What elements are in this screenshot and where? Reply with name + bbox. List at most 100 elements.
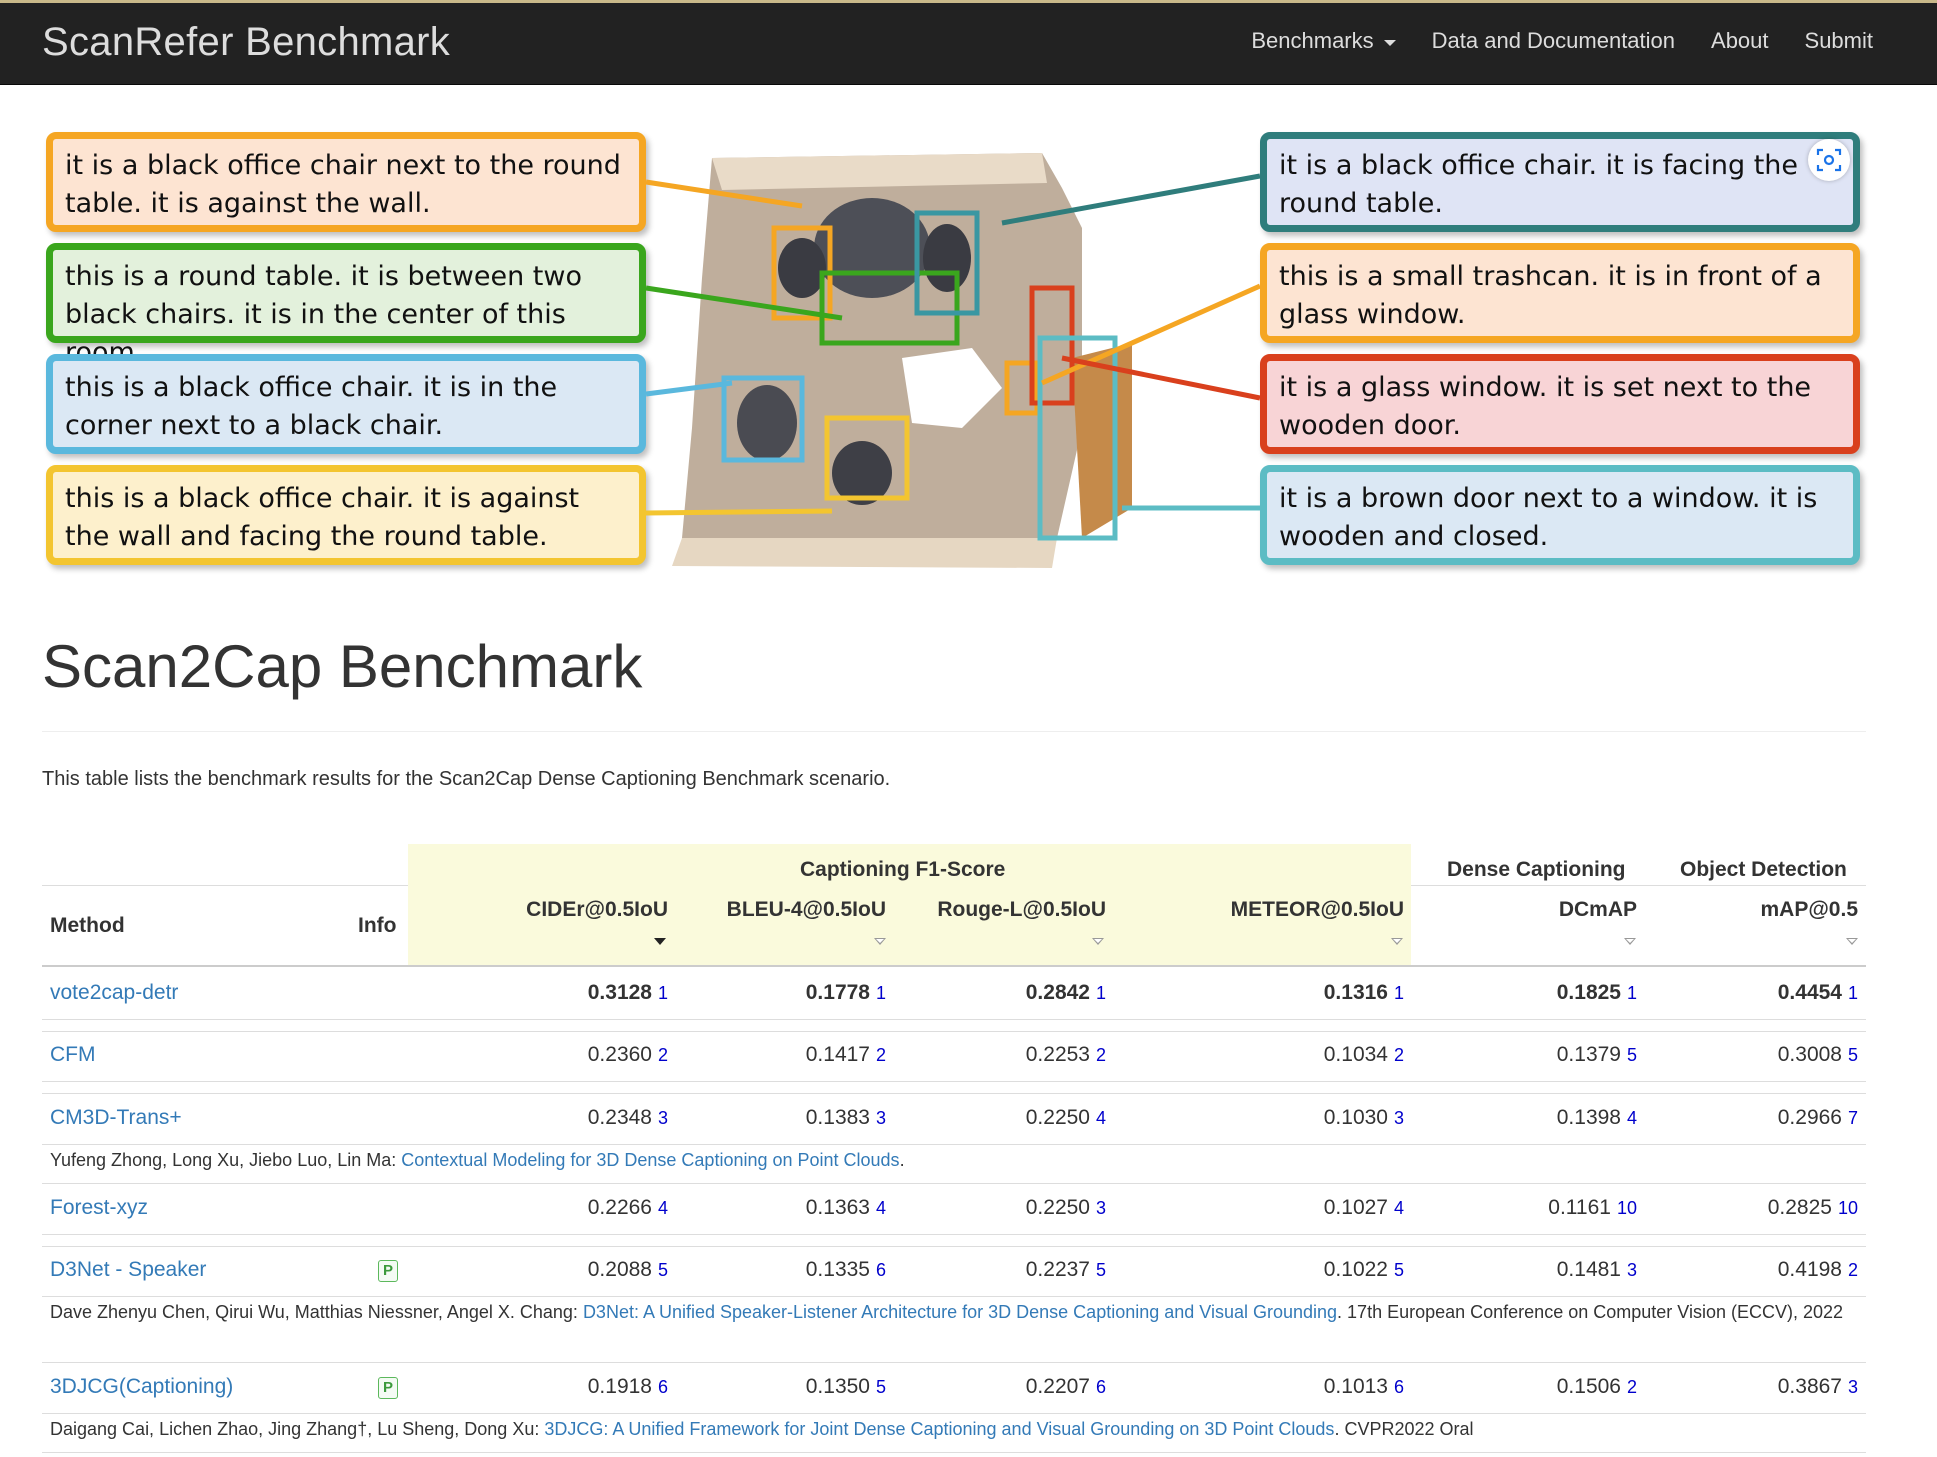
cell-rouge: 0.2207 6 bbox=[1025, 1375, 1106, 1398]
cell-bleu: 0.1417 2 bbox=[805, 1043, 886, 1066]
cell-bleu: 0.1778 1 bbox=[805, 981, 886, 1004]
method-link[interactable]: D3Net - Speaker bbox=[50, 1258, 206, 1282]
col-map[interactable]: mAP@0.5 bbox=[1760, 898, 1858, 922]
cell-meteor: 0.1027 4 bbox=[1323, 1196, 1404, 1219]
cell-map: 0.4198 2 bbox=[1777, 1258, 1858, 1281]
cell-map: 0.4454 1 bbox=[1777, 981, 1858, 1004]
cell-map: 0.3867 3 bbox=[1777, 1375, 1858, 1398]
brand-link[interactable]: ScanRefer Benchmark bbox=[42, 20, 450, 65]
group-header-detection: Object Detection bbox=[1680, 858, 1847, 881]
divider bbox=[42, 731, 1866, 732]
table-row: vote2cap-detr 0.3128 1 0.1778 1 0.2842 1 0.… bbox=[42, 969, 1866, 1019]
table-row: Forest-xyz 0.2266 4 0.1363 4 0.2250 3 0.102… bbox=[42, 1184, 1866, 1234]
table-row: CM3D-Trans+ 0.2348 3 0.1383 3 0.2250 4 0.10… bbox=[42, 1094, 1866, 1144]
cell-cider: 0.3128 1 bbox=[587, 981, 668, 1004]
table-row: CFM 0.2360 2 0.1417 2 0.2253 2 0.1034 2 0.13… bbox=[42, 1031, 1866, 1081]
cell-meteor: 0.1013 6 bbox=[1323, 1375, 1404, 1398]
group-header-captioning: Captioning F1-Score bbox=[800, 858, 1006, 881]
citation: Dave Zhenyu Chen, Qirui Wu, Matthias Nie… bbox=[50, 1302, 1844, 1322]
cell-rouge: 0.2253 2 bbox=[1025, 1043, 1106, 1066]
sort-icon[interactable] bbox=[1391, 938, 1403, 945]
paper-link[interactable]: Contextual Modeling for 3D Dense Caption… bbox=[401, 1150, 899, 1170]
connector-green bbox=[645, 285, 843, 321]
cell-map: 0.3008 5 bbox=[1777, 1043, 1858, 1066]
sort-desc-icon[interactable] bbox=[654, 938, 666, 945]
row-rule bbox=[42, 1144, 1866, 1145]
sort-icon[interactable] bbox=[1624, 938, 1636, 945]
col-method: Method bbox=[50, 914, 125, 937]
cell-bleu: 0.1335 6 bbox=[805, 1258, 886, 1281]
col-meteor[interactable]: METEOR@0.5IoU bbox=[1231, 898, 1404, 922]
cell-dcmap: 0.1379 5 bbox=[1556, 1043, 1637, 1066]
col-cider[interactable]: CIDEr@0.5IoU bbox=[526, 898, 668, 922]
navbar: ScanRefer Benchmark Benchmarks Data and … bbox=[0, 0, 1937, 85]
method-link[interactable]: vote2cap-detr bbox=[50, 981, 178, 1005]
published-badge-icon[interactable]: P bbox=[378, 1260, 398, 1282]
nav-submit[interactable]: Submit bbox=[1805, 28, 1873, 54]
caret-down-icon bbox=[1383, 39, 1396, 46]
cell-dcmap: 0.1506 2 bbox=[1556, 1375, 1637, 1398]
table-row: 3DJCG(Captioning) P 0.1918 6 0.1350 5 0.22… bbox=[42, 1363, 1866, 1413]
cell-meteor: 0.1030 3 bbox=[1323, 1106, 1404, 1129]
nav-menu: Benchmarks Data and Documentation About … bbox=[1251, 28, 1873, 54]
cell-cider: 0.2088 5 bbox=[587, 1258, 668, 1281]
connector-blue bbox=[645, 380, 733, 397]
table-row: D3Net - Speaker P 0.2088 5 0.1335 6 0.2237… bbox=[42, 1246, 1866, 1296]
navbar-accent-line bbox=[0, 0, 1937, 3]
connector-lines bbox=[645, 173, 1262, 516]
cell-cider: 0.2360 2 bbox=[587, 1043, 668, 1066]
method-link[interactable]: CM3D-Trans+ bbox=[50, 1106, 182, 1130]
cell-dcmap: 0.1161 10 bbox=[1548, 1196, 1637, 1219]
cell-dcmap: 0.1481 3 bbox=[1556, 1258, 1637, 1281]
connector-window bbox=[1061, 355, 1261, 401]
col-bleu[interactable]: BLEU-4@0.5IoU bbox=[727, 898, 886, 922]
connector-trashcan bbox=[1040, 283, 1262, 386]
method-link[interactable]: Forest-xyz bbox=[50, 1196, 148, 1220]
cell-meteor: 0.1022 5 bbox=[1323, 1258, 1404, 1281]
sort-icon[interactable] bbox=[874, 938, 886, 945]
nav-benchmarks-dropdown[interactable]: Benchmarks bbox=[1251, 28, 1396, 54]
page-description: This table lists the benchmark results f… bbox=[42, 768, 891, 790]
cell-map: 0.2966 7 bbox=[1777, 1106, 1858, 1129]
cell-meteor: 0.1316 1 bbox=[1323, 981, 1404, 1004]
teaser-figure: it is a black office chair next to the r… bbox=[42, 128, 1862, 568]
paper-link[interactable]: D3Net: A Unified Speaker-Listener Archit… bbox=[583, 1302, 1337, 1322]
cell-rouge: 0.2237 5 bbox=[1025, 1258, 1106, 1281]
row-rule bbox=[42, 1081, 1866, 1082]
cell-bleu: 0.1350 5 bbox=[805, 1375, 886, 1398]
nav-about[interactable]: About bbox=[1711, 28, 1769, 54]
cell-rouge: 0.2250 4 bbox=[1025, 1106, 1106, 1129]
group-header-dense: Dense Captioning bbox=[1447, 858, 1626, 881]
cell-bleu: 0.1383 3 bbox=[805, 1106, 886, 1129]
cell-rouge: 0.2842 1 bbox=[1025, 981, 1106, 1004]
connector-teal bbox=[1001, 173, 1261, 226]
paper-link[interactable]: 3DJCG: A Unified Framework for Joint Den… bbox=[544, 1419, 1334, 1439]
nav-benchmarks-label: Benchmarks bbox=[1251, 28, 1374, 53]
header-rule-left bbox=[42, 885, 408, 886]
cell-cider: 0.1918 6 bbox=[587, 1375, 668, 1398]
page-title: Scan2Cap Benchmark bbox=[42, 633, 643, 700]
col-dcmap[interactable]: DCmAP bbox=[1559, 898, 1637, 922]
cell-map: 0.2825 10 bbox=[1767, 1196, 1858, 1219]
sort-icon[interactable] bbox=[1092, 938, 1104, 945]
row-rule bbox=[42, 1413, 1866, 1414]
col-rouge[interactable]: Rouge-L@0.5IoU bbox=[937, 898, 1106, 922]
citation: Yufeng Zhong, Long Xu, Jiebo Luo, Lin Ma… bbox=[50, 1150, 905, 1170]
cell-cider: 0.2348 3 bbox=[587, 1106, 668, 1129]
cell-bleu: 0.1363 4 bbox=[805, 1196, 886, 1219]
connector-orange bbox=[645, 179, 803, 209]
published-badge-icon[interactable]: P bbox=[378, 1377, 398, 1399]
connector-yellow bbox=[645, 508, 833, 516]
row-rule bbox=[42, 1452, 1866, 1453]
method-link[interactable]: CFM bbox=[50, 1043, 96, 1067]
focus-scan-icon[interactable] bbox=[1808, 139, 1850, 181]
sort-icon[interactable] bbox=[1846, 938, 1858, 945]
method-link[interactable]: 3DJCG(Captioning) bbox=[50, 1375, 233, 1399]
nav-data-documentation[interactable]: Data and Documentation bbox=[1432, 28, 1675, 54]
cell-rouge: 0.2250 3 bbox=[1025, 1196, 1106, 1219]
cell-meteor: 0.1034 2 bbox=[1323, 1043, 1404, 1066]
header-bottom-rule bbox=[42, 965, 1866, 967]
cell-dcmap: 0.1398 4 bbox=[1556, 1106, 1637, 1129]
row-rule bbox=[42, 1296, 1866, 1297]
cell-dcmap: 0.1825 1 bbox=[1556, 981, 1637, 1004]
